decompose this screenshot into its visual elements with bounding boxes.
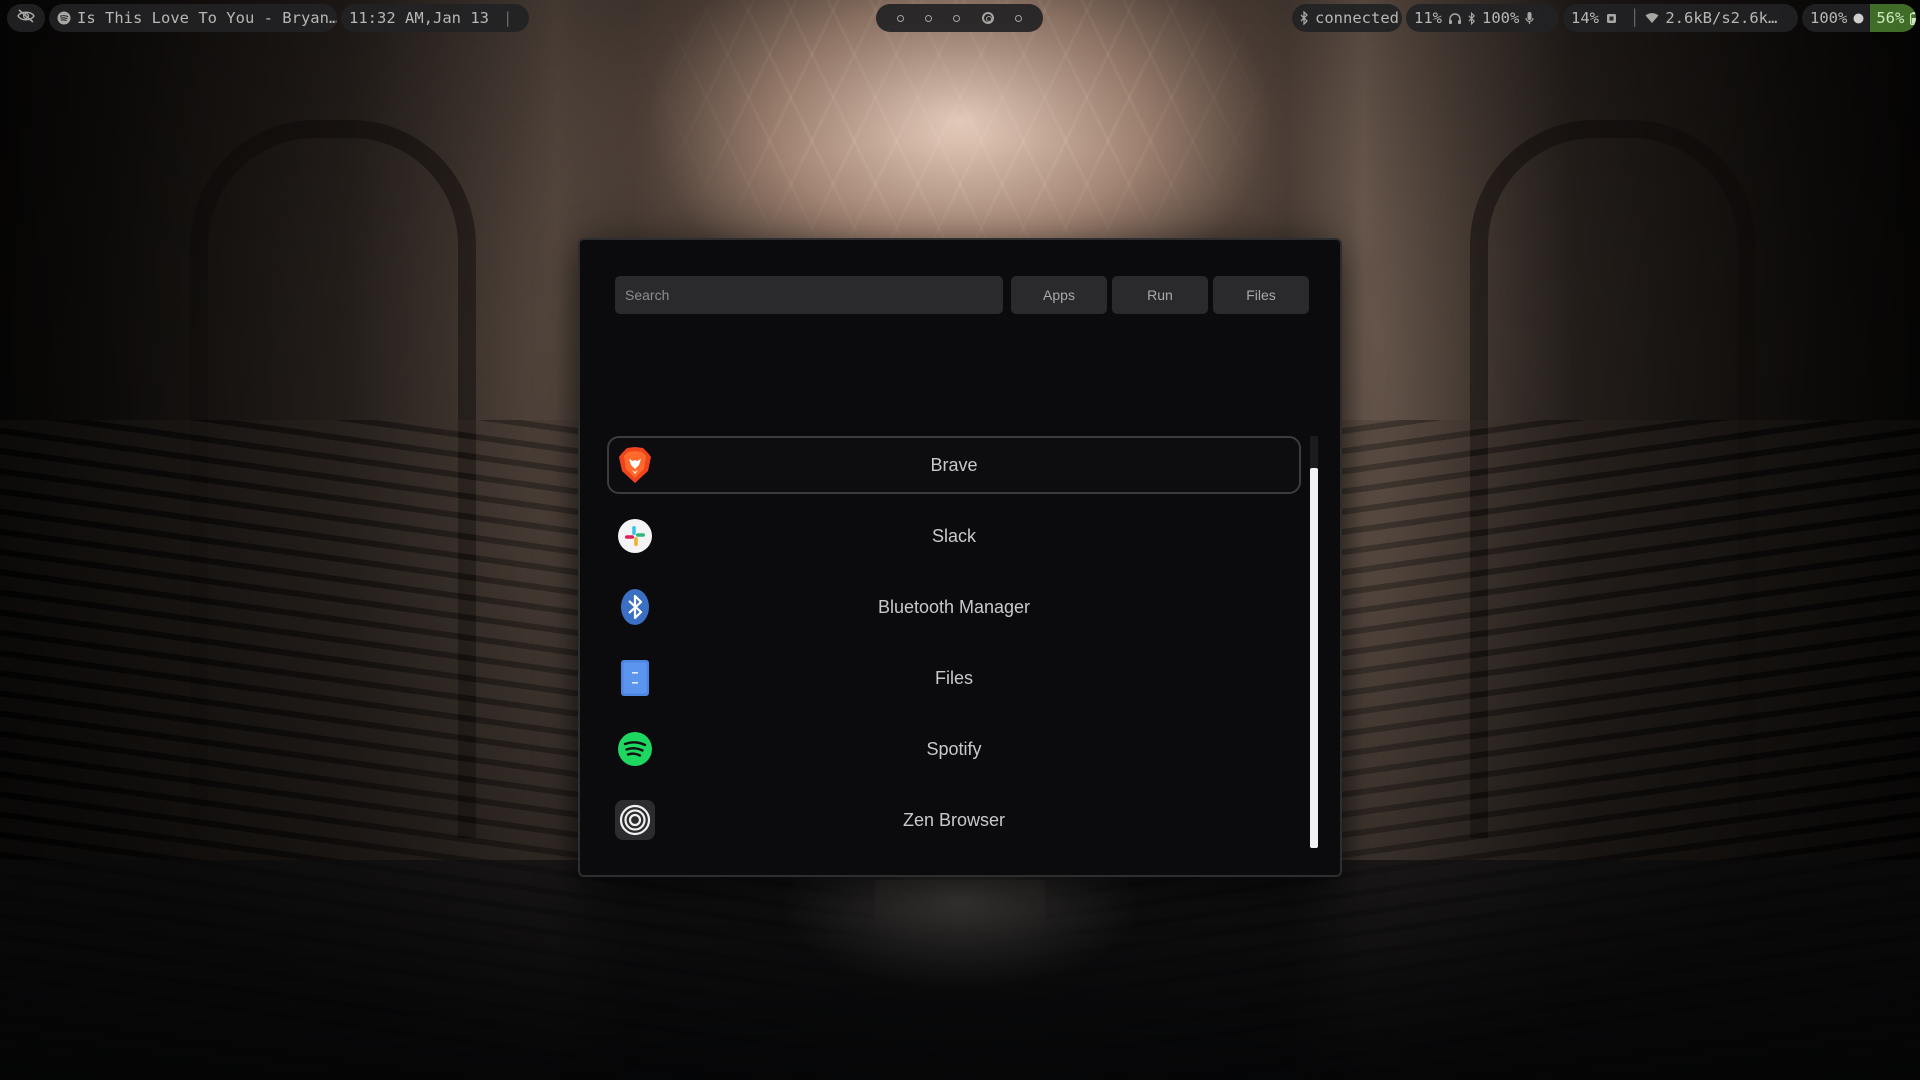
media-title: Is This Love To You - Bryan… bbox=[77, 9, 337, 27]
app-list: Brave Slack Bluetooth Manager Files Spot… bbox=[607, 436, 1301, 862]
module-divider: │ bbox=[1630, 9, 1640, 27]
search-box[interactable] bbox=[615, 276, 1003, 314]
media-module[interactable]: Is This Love To You - Bryan… bbox=[49, 4, 337, 32]
microphone-icon bbox=[1525, 11, 1534, 25]
workspaces-module bbox=[876, 4, 1043, 32]
search-input[interactable] bbox=[625, 287, 993, 303]
files-icon bbox=[615, 658, 655, 698]
workspace-3-button[interactable] bbox=[953, 14, 961, 22]
app-name: Brave bbox=[930, 454, 978, 475]
workspace-2-button[interactable] bbox=[925, 14, 933, 22]
power-module[interactable]: 100% 56% bbox=[1802, 4, 1916, 32]
bluetooth-small-icon bbox=[1468, 11, 1476, 25]
apps-mode-button[interactable]: Apps bbox=[1011, 276, 1107, 314]
headphones-icon bbox=[1448, 12, 1462, 25]
app-item-slack[interactable]: Slack bbox=[607, 507, 1301, 565]
bluetooth-icon bbox=[615, 587, 655, 627]
app-item-files[interactable]: Files bbox=[607, 649, 1301, 707]
audio-module[interactable]: 11% 100% bbox=[1406, 4, 1559, 32]
status-bar: Is This Love To You - Bryan… 11:32 AM,Ja… bbox=[0, 0, 1920, 38]
scrollbar-thumb[interactable] bbox=[1310, 468, 1318, 848]
system-module[interactable]: 14% │ 2.6kB/s2.6k… bbox=[1563, 4, 1798, 32]
app-item-bluetooth-manager[interactable]: Bluetooth Manager bbox=[607, 578, 1301, 636]
files-mode-button[interactable]: Files bbox=[1213, 276, 1309, 314]
bluetooth-icon bbox=[1300, 11, 1309, 25]
idle-inhibitor-module[interactable] bbox=[7, 4, 45, 32]
bluetooth-module[interactable]: connected bbox=[1292, 4, 1402, 32]
brightness-value: 100% bbox=[1810, 9, 1848, 27]
app-name: Bluetooth Manager bbox=[877, 596, 1031, 617]
app-item-spotify[interactable]: Spotify bbox=[607, 720, 1301, 778]
clock-text: 11:32 AM,Jan 13 bbox=[349, 9, 489, 27]
brave-icon bbox=[615, 445, 655, 485]
zen-browser-icon bbox=[615, 800, 655, 840]
workspace-1-button[interactable] bbox=[896, 14, 904, 22]
brightness-icon bbox=[1853, 13, 1864, 24]
volume-value: 11% bbox=[1414, 9, 1442, 27]
run-mode-button[interactable]: Run bbox=[1112, 276, 1208, 314]
slack-icon bbox=[615, 516, 655, 556]
cpu-icon bbox=[1605, 12, 1618, 25]
bluetooth-status: connected bbox=[1315, 9, 1399, 27]
window-separator: | bbox=[502, 9, 513, 27]
clock-module[interactable]: 11:32 AM,Jan 13 | bbox=[341, 4, 529, 32]
network-speed: 2.6kB/s2.6k… bbox=[1665, 9, 1778, 27]
workspace-4-button[interactable] bbox=[981, 12, 994, 24]
spotify-icon bbox=[57, 11, 71, 25]
mic-value: 14% bbox=[1571, 9, 1599, 27]
app-name: Files bbox=[934, 667, 973, 688]
battery-value: 56% bbox=[1876, 9, 1905, 27]
wifi-icon bbox=[1645, 12, 1659, 24]
battery-indicator: 56% bbox=[1870, 4, 1916, 32]
bluetooth-device-battery: 100% bbox=[1482, 9, 1520, 27]
app-list-scrollbar[interactable] bbox=[1310, 436, 1318, 848]
workspace-5-button[interactable] bbox=[1015, 14, 1023, 22]
app-name: Spotify bbox=[926, 738, 982, 759]
app-item-zen-browser[interactable]: Zen Browser bbox=[607, 791, 1301, 849]
app-item-brave[interactable]: Brave bbox=[607, 436, 1301, 494]
app-name: Slack bbox=[931, 525, 976, 546]
eye-off-icon bbox=[17, 9, 35, 27]
app-launcher-window: Apps Run Files Brave bbox=[578, 238, 1342, 877]
app-name: Zen Browser bbox=[902, 809, 1006, 830]
battery-icon bbox=[1910, 11, 1916, 25]
spotify-icon bbox=[615, 729, 655, 769]
